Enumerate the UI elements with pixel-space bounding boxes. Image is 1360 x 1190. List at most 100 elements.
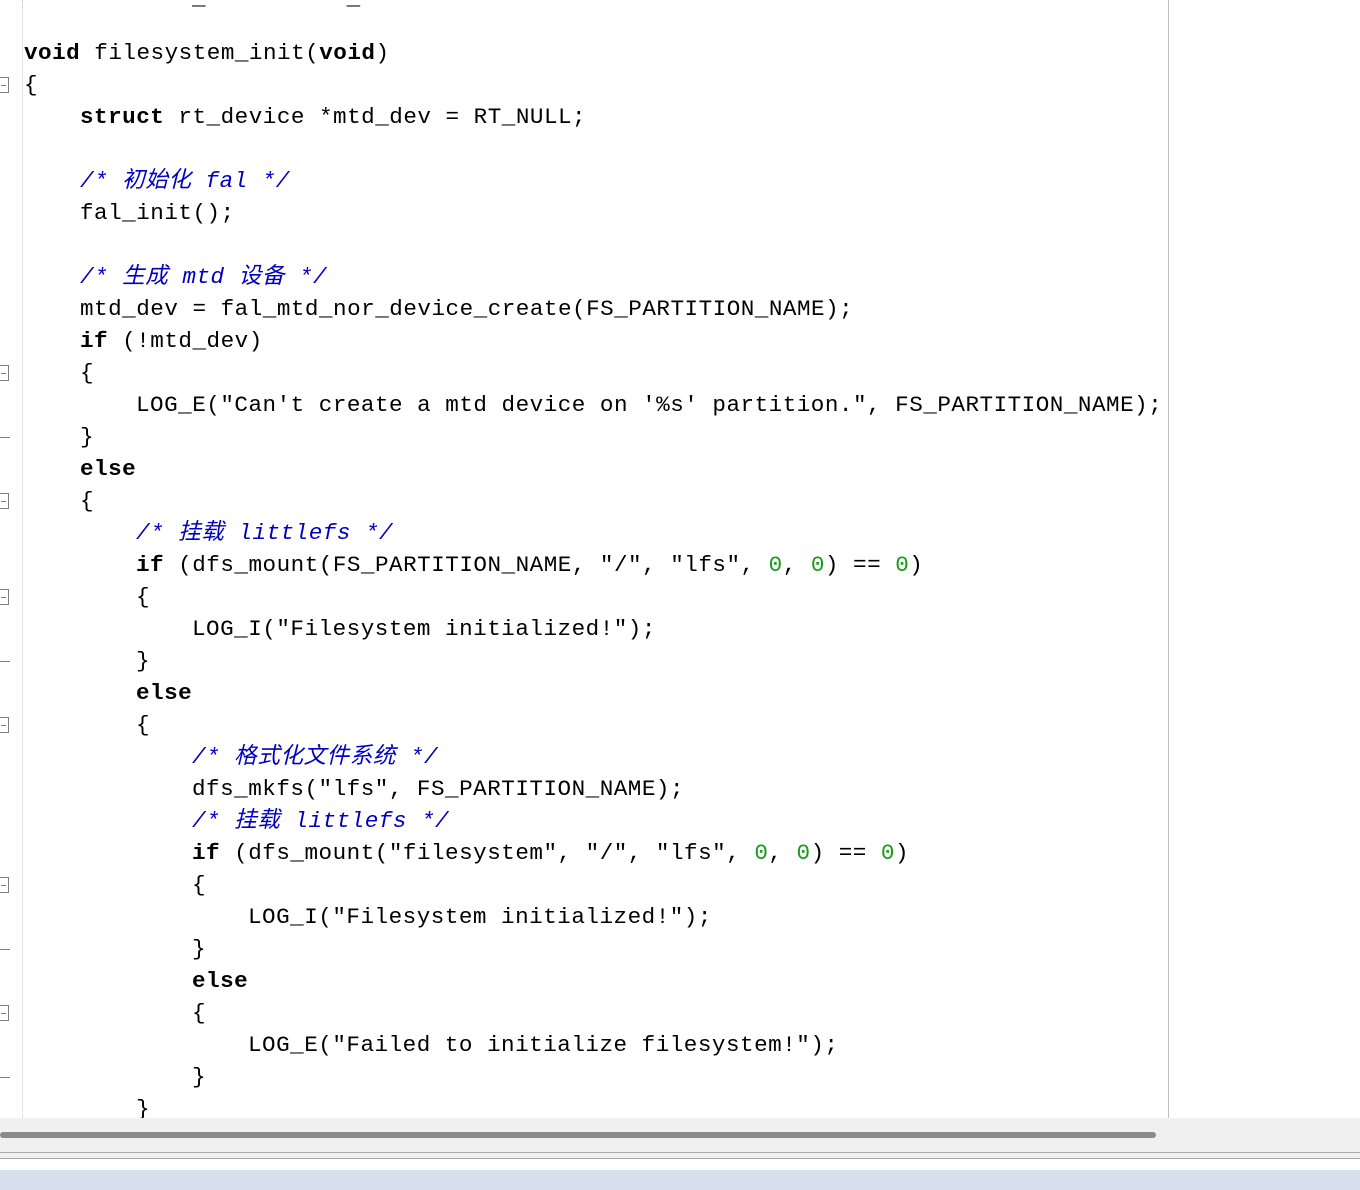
divider — [0, 1158, 1360, 1159]
code-line: else — [192, 965, 248, 997]
code-token: LOG_I("Filesystem initialized!"); — [248, 904, 712, 930]
code-token: ) — [909, 552, 924, 578]
number-token: 0 — [768, 552, 783, 578]
keyword-token: if — [80, 328, 109, 354]
code-token: , — [782, 552, 811, 578]
code-token: { — [192, 872, 207, 898]
code-token: ) == — [824, 552, 896, 578]
code-line: LOG_I("Filesystem initialized!"); — [192, 613, 656, 645]
comment-token: /* 挂载 littlefs */ — [192, 808, 450, 834]
divider — [0, 1152, 1360, 1153]
number-token: 0 — [810, 552, 825, 578]
code-token: ) — [375, 40, 390, 66]
code-token: filesystem_init( — [80, 40, 320, 66]
code-line: else — [80, 453, 136, 485]
number-token: 0 — [754, 840, 769, 866]
code-token: { — [136, 712, 151, 738]
keyword-token: struct — [80, 104, 165, 130]
code-line: { — [192, 997, 206, 1029]
code-line: } — [192, 1061, 206, 1093]
comment-token: /* 初始化 fal */ — [80, 168, 290, 194]
fold-gutter — [0, 0, 23, 1118]
keyword-token: else — [192, 968, 249, 994]
keyword-token: if — [192, 840, 221, 866]
code-token: ) == — [810, 840, 881, 866]
number-token: 0 — [880, 840, 895, 866]
code-token: LOG_E("Failed to initialize filesystem!"… — [248, 1032, 839, 1058]
code-token: (dfs_mount(FS_PARTITION_NAME, "/", "lfs"… — [164, 552, 769, 578]
code-token: { — [80, 488, 95, 514]
code-token: LOG_E("Can't create a mtd device on '%s'… — [136, 392, 1163, 418]
partial-code-line: _ _ — [192, 0, 361, 14]
code-token: mtd_dev = fal_mtd_nor_device_create(FS_P… — [80, 296, 854, 322]
code-token: (!mtd_dev) — [108, 328, 263, 354]
code-token: , — [768, 840, 797, 866]
code-line: { — [136, 709, 150, 741]
code-token: } — [136, 1096, 151, 1118]
fold-collapse-icon[interactable] — [0, 365, 9, 381]
comment-token: /* 生成 mtd 设备 */ — [80, 264, 328, 290]
code-token: } — [192, 1064, 207, 1090]
code-line: mtd_dev = fal_mtd_nor_device_create(FS_P… — [80, 293, 853, 325]
code-line: dfs_mkfs("lfs", FS_PARTITION_NAME); — [192, 773, 684, 805]
code-line: /* 挂载 littlefs */ — [136, 517, 393, 549]
code-line: { — [80, 485, 94, 517]
number-token: 0 — [796, 840, 811, 866]
fold-collapse-icon[interactable] — [0, 77, 9, 93]
fold-collapse-icon[interactable] — [0, 589, 9, 605]
code-line: /* 挂载 littlefs */ — [192, 805, 449, 837]
code-token: } — [80, 424, 95, 450]
keyword-token: void — [319, 40, 376, 66]
code-line: /* 生成 mtd 设备 */ — [80, 261, 327, 293]
code-token: dfs_mkfs("lfs", FS_PARTITION_NAME); — [192, 776, 685, 802]
code-line: fal_init(); — [80, 197, 235, 229]
code-token: } — [136, 648, 151, 674]
code-token: (dfs_mount("filesystem", "/", "lfs", — [220, 840, 755, 866]
code-line: else — [136, 677, 192, 709]
code-line: { — [80, 357, 94, 389]
code-token: } — [192, 936, 207, 962]
code-line: /* 格式化文件系统 */ — [192, 741, 438, 773]
code-line: LOG_I("Filesystem initialized!"); — [248, 901, 712, 933]
code-line: struct rt_device *mtd_dev = RT_NULL; — [80, 101, 586, 133]
comment-token: /* 挂载 littlefs */ — [136, 520, 394, 546]
code-token: { — [24, 72, 39, 98]
fold-collapse-icon[interactable] — [0, 493, 9, 509]
code-line: if (dfs_mount(FS_PARTITION_NAME, "/", "l… — [136, 549, 923, 581]
code-line: LOG_E("Can't create a mtd device on '%s'… — [136, 389, 1162, 421]
code-line: if (dfs_mount("filesystem", "/", "lfs", … — [192, 837, 909, 869]
code-editor[interactable]: _ _ void filesystem_init(void) { struct rt… — [24, 0, 1360, 1118]
code-line: { — [192, 869, 206, 901]
comment-token: /* 格式化文件系统 */ — [192, 744, 439, 770]
code-line: } — [136, 645, 150, 677]
fold-collapse-icon[interactable] — [0, 1005, 9, 1021]
code-token: ) — [894, 840, 910, 866]
code-line: LOG_E("Failed to initialize filesystem!"… — [248, 1029, 838, 1061]
code-token: LOG_I("Filesystem initialized!"); — [192, 616, 656, 642]
code-token: { — [136, 584, 151, 610]
status-bar — [0, 1170, 1360, 1190]
code-line: { — [136, 581, 150, 613]
code-line: { — [24, 69, 38, 101]
number-token: 0 — [895, 552, 910, 578]
code-line: } — [80, 421, 94, 453]
fold-collapse-icon[interactable] — [0, 717, 9, 733]
code-token: { — [80, 360, 95, 386]
edge-column-line — [1168, 0, 1169, 1118]
code-line: /* 初始化 fal */ — [80, 165, 290, 197]
fold-end-marker — [0, 1077, 10, 1078]
code-token: fal_init(); — [80, 200, 235, 226]
code-line: } — [136, 1093, 150, 1118]
code-line: if (!mtd_dev) — [80, 325, 263, 357]
keyword-token: else — [80, 456, 137, 482]
code-line: void filesystem_init(void) — [24, 37, 390, 69]
horizontal-scrollbar-thumb[interactable] — [0, 1132, 1156, 1138]
code-token: { — [192, 1000, 207, 1026]
code-token: rt_device *mtd_dev = RT_NULL; — [164, 104, 587, 130]
code-line: } — [192, 933, 206, 965]
keyword-token: void — [24, 40, 81, 66]
fold-collapse-icon[interactable] — [0, 877, 9, 893]
fold-end-marker — [0, 949, 10, 950]
fold-end-marker — [0, 661, 10, 662]
keyword-token: else — [136, 680, 193, 706]
